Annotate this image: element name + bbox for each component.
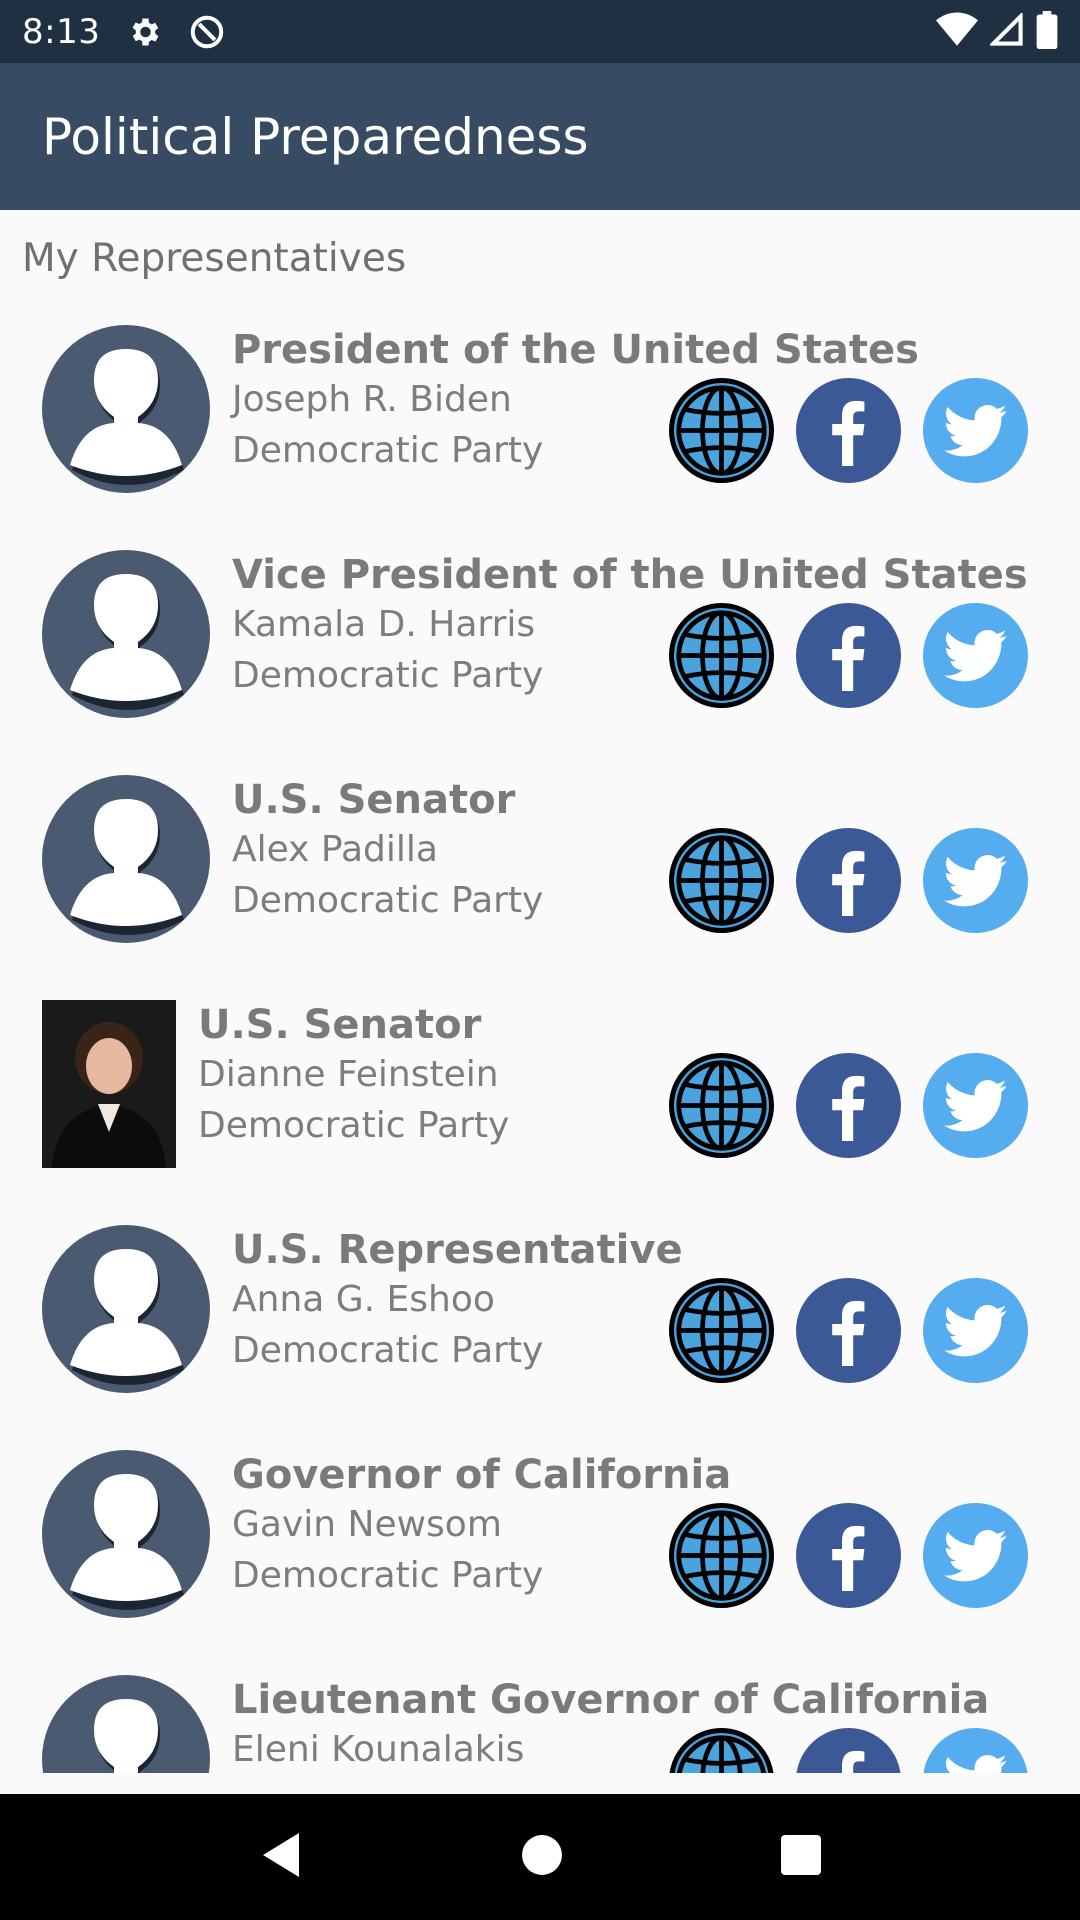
app-bar: Political Preparedness xyxy=(0,63,1080,210)
profile-avatar-icon xyxy=(42,1450,210,1618)
www-icon[interactable] xyxy=(669,1053,774,1158)
data-saver-icon xyxy=(188,13,226,51)
office-title: President of the United States xyxy=(232,327,919,373)
twitter-icon[interactable] xyxy=(923,1278,1028,1383)
www-icon[interactable] xyxy=(669,378,774,483)
wifi-icon xyxy=(936,12,978,52)
office-title: Lieutenant Governor of California xyxy=(232,1677,990,1723)
facebook-icon[interactable] xyxy=(796,378,901,483)
status-time: 8:13 xyxy=(22,11,101,52)
app-title: Political Preparedness xyxy=(42,107,589,166)
twitter-icon[interactable] xyxy=(923,378,1028,483)
twitter-icon[interactable] xyxy=(923,828,1028,933)
www-icon[interactable] xyxy=(669,1728,774,1773)
www-icon[interactable] xyxy=(669,1503,774,1608)
twitter-icon[interactable] xyxy=(923,1728,1028,1773)
profile-avatar-icon xyxy=(42,1675,210,1773)
profile-avatar-icon xyxy=(42,550,210,718)
www-icon[interactable] xyxy=(669,828,774,933)
battery-icon xyxy=(1036,10,1058,53)
facebook-icon[interactable] xyxy=(796,1053,901,1158)
office-title: Vice President of the United States xyxy=(232,552,1028,598)
www-icon[interactable] xyxy=(669,603,774,708)
representative-row[interactable]: Vice President of the United States Kama… xyxy=(0,533,1080,758)
twitter-icon[interactable] xyxy=(923,1503,1028,1608)
office-title: U.S. Senator xyxy=(198,1002,482,1048)
facebook-icon[interactable] xyxy=(796,828,901,933)
representative-row[interactable]: U.S. Senator Dianne Feinstein Democratic… xyxy=(0,983,1080,1208)
settings-icon xyxy=(126,14,162,50)
office-title: U.S. Senator xyxy=(232,777,516,823)
office-title: U.S. Representative xyxy=(232,1227,683,1273)
profile-avatar-icon xyxy=(42,775,210,943)
office-title: Governor of California xyxy=(232,1452,732,1498)
navigation-bar xyxy=(0,1794,1080,1920)
facebook-icon[interactable] xyxy=(796,1728,901,1773)
back-button[interactable] xyxy=(259,1831,303,1883)
profile-avatar-icon xyxy=(42,1225,210,1393)
profile-avatar-icon xyxy=(42,325,210,493)
facebook-icon[interactable] xyxy=(796,603,901,708)
www-icon[interactable] xyxy=(669,1278,774,1383)
representative-row[interactable]: Governor of California Gavin Newsom Demo… xyxy=(0,1433,1080,1658)
twitter-icon[interactable] xyxy=(923,603,1028,708)
representative-row[interactable]: President of the United States Joseph R.… xyxy=(0,308,1080,533)
twitter-icon[interactable] xyxy=(923,1053,1028,1158)
section-title: My Representatives xyxy=(22,236,407,281)
home-button[interactable] xyxy=(521,1834,563,1880)
representatives-list[interactable]: President of the United States Joseph R.… xyxy=(0,308,1080,1773)
representatives-screen[interactable]: My Representatives President of the Unit… xyxy=(0,210,1080,1773)
facebook-icon[interactable] xyxy=(796,1503,901,1608)
representative-row[interactable]: Lieutenant Governor of California Eleni … xyxy=(0,1658,1080,1773)
cell-signal-icon xyxy=(988,10,1024,51)
portrait-photo xyxy=(42,1000,176,1168)
status-bar: 8:13 xyxy=(0,0,1080,63)
representative-row[interactable]: U.S. Senator Alex Padilla Democratic Par… xyxy=(0,758,1080,983)
representative-row[interactable]: U.S. Representative Anna G. Eshoo Democr… xyxy=(0,1208,1080,1433)
recents-button[interactable] xyxy=(781,1835,821,1879)
facebook-icon[interactable] xyxy=(796,1278,901,1383)
